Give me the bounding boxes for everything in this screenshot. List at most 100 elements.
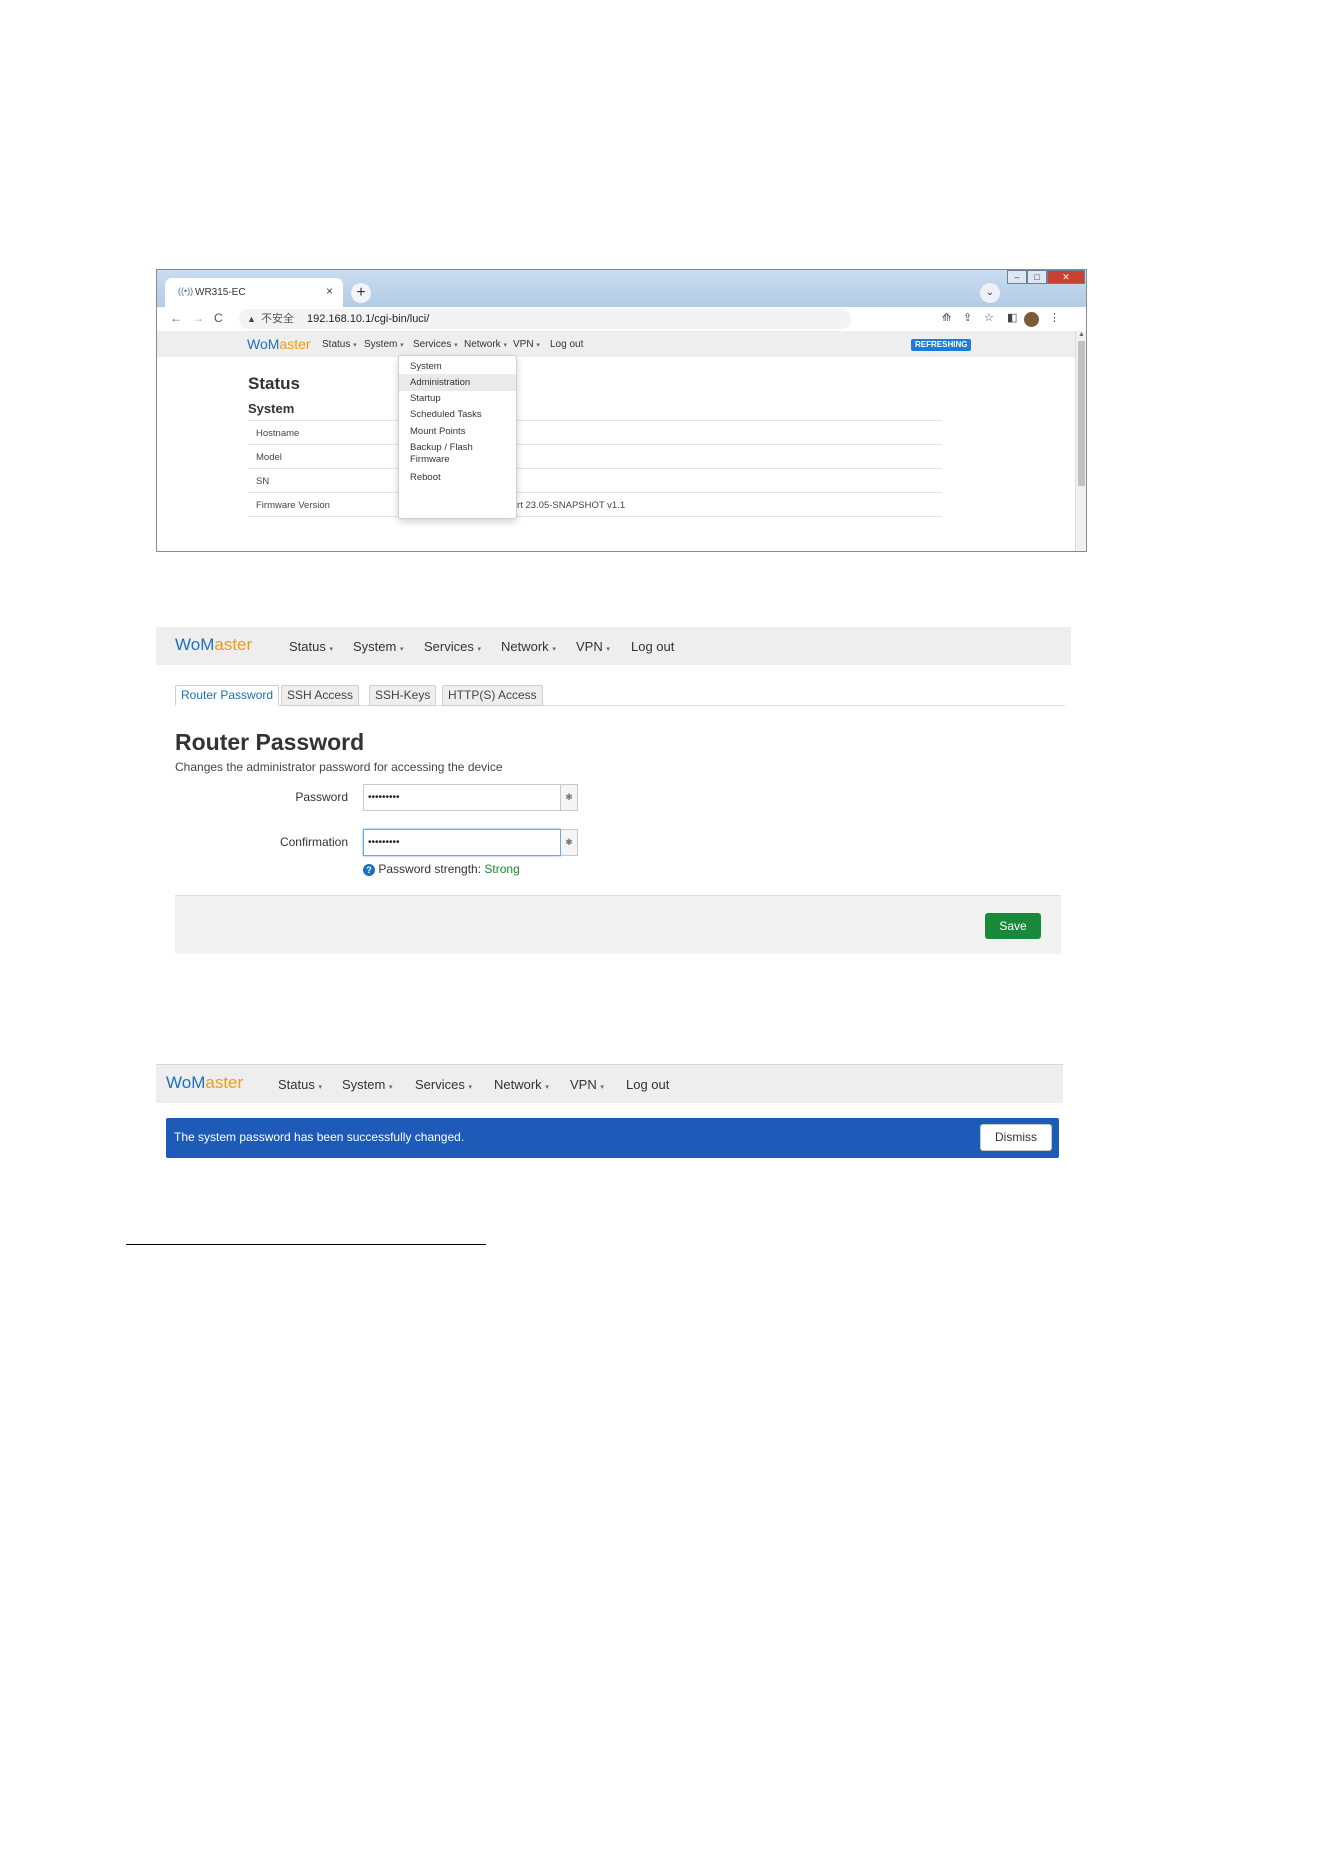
brand-logo[interactable]: WoMaster	[247, 336, 311, 352]
caret-down-icon: ▾	[388, 1084, 393, 1091]
caret-down-icon: ▾	[353, 342, 357, 349]
back-icon[interactable]: ←	[170, 311, 182, 325]
luci-navbar: WoMaster Status ▾ System ▾ Services ▾ Ne…	[156, 1064, 1063, 1103]
success-alert: The system password has been successfull…	[166, 1118, 1059, 1158]
row-key: SN	[256, 476, 270, 487]
tab-search-icon[interactable]: ⌄	[980, 283, 1000, 303]
scroll-up-icon[interactable]: ▲	[1078, 331, 1085, 338]
profile-avatar[interactable]	[1024, 312, 1039, 327]
menu-system[interactable]: System ▾	[342, 1077, 392, 1092]
menu-vpn[interactable]: VPN ▾	[570, 1077, 604, 1092]
dropdown-item-scheduled-tasks[interactable]: Scheduled Tasks	[399, 406, 516, 423]
url-text[interactable]: 192.168.10.1/cgi-bin/luci/	[307, 309, 429, 329]
table-row	[248, 516, 942, 540]
menu-status[interactable]: Status ▾	[322, 339, 357, 350]
close-tab-icon[interactable]: ×	[326, 284, 333, 298]
menu-network[interactable]: Network ▾	[494, 1077, 549, 1092]
dropdown-item-administration[interactable]: Administration	[399, 374, 516, 391]
minimize-icon[interactable]: –	[1007, 270, 1027, 284]
row-key: Firmware Version	[256, 500, 330, 511]
menu-status[interactable]: Status ▾	[278, 1077, 322, 1092]
menu-services[interactable]: Services ▾	[413, 339, 458, 350]
menu-logout[interactable]: Log out	[626, 1077, 669, 1092]
help-icon: ?	[363, 864, 375, 876]
confirmation-label: Confirmation	[279, 835, 348, 849]
more-icon[interactable]: ⋮	[1049, 311, 1060, 324]
caret-down-icon: ▾	[477, 646, 481, 653]
address-bar[interactable]: ▲ 不安全 192.168.10.1/cgi-bin/luci/	[239, 309, 851, 329]
browser-tab-strip: ((•)) WR315-EC × + ⌄ – □ ✕	[157, 270, 1086, 307]
tab-router-password[interactable]: Router Password	[175, 685, 280, 706]
password-label: Password	[295, 790, 348, 804]
menu-vpn[interactable]: VPN ▾	[513, 339, 540, 350]
warning-icon[interactable]: ▲	[247, 309, 256, 329]
menu-logout[interactable]: Log out	[631, 639, 674, 654]
scrollbar[interactable]: ▲	[1075, 331, 1086, 551]
tab-ssh-access[interactable]: SSH Access	[281, 685, 360, 706]
row-key: Model	[256, 452, 282, 463]
divider	[126, 1244, 486, 1245]
strength-label: Password strength:	[378, 862, 482, 876]
dropdown-item-backup-flash[interactable]: Backup / Flash Firmware	[399, 439, 516, 467]
admin-tabs: Router Password SSH Access SSH-Keys HTTP…	[175, 685, 1065, 706]
forward-icon[interactable]: →	[192, 311, 204, 325]
caret-down-icon: ▾	[545, 1084, 549, 1091]
menu-services[interactable]: Services ▾	[424, 639, 481, 654]
caret-down-icon: ▾	[503, 342, 507, 349]
tab-ssh-keys[interactable]: SSH-Keys	[369, 685, 437, 706]
browser-tab-title: WR315-EC	[195, 287, 246, 298]
scrollbar-thumb[interactable]	[1078, 341, 1085, 486]
dropdown-item-reboot[interactable]: Reboot	[399, 469, 516, 486]
page-title: Router Password	[175, 729, 365, 755]
save-button[interactable]: Save	[985, 913, 1041, 939]
menu-vpn[interactable]: VPN ▾	[576, 639, 610, 654]
menu-system[interactable]: System ▾	[364, 339, 404, 350]
reveal-password-icon[interactable]: ✱	[561, 784, 578, 811]
dropdown-item-system[interactable]: System	[399, 358, 516, 375]
menu-network[interactable]: Network ▾	[464, 339, 507, 350]
brand-logo[interactable]: WoMaster	[175, 635, 252, 655]
caret-down-icon: ▾	[468, 1084, 472, 1091]
strength-value: Strong	[484, 862, 520, 876]
translate-icon[interactable]: ⟰	[942, 311, 951, 324]
system-dropdown-menu: System Administration Startup Scheduled …	[398, 355, 517, 519]
caret-down-icon: ▾	[552, 646, 556, 653]
tab-https-access[interactable]: HTTP(S) Access	[442, 685, 543, 706]
browser-tab[interactable]: ((•)) WR315-EC ×	[165, 278, 343, 307]
caret-down-icon: ▾	[400, 342, 404, 349]
page-description: Changes the administrator password for a…	[175, 760, 503, 774]
dropdown-item-startup[interactable]: Startup	[399, 390, 516, 407]
alert-message: The system password has been successfull…	[174, 1130, 465, 1144]
menu-status[interactable]: Status ▾	[289, 639, 333, 654]
page-title: Status	[248, 374, 300, 393]
reveal-confirmation-icon[interactable]: ✱	[561, 829, 578, 856]
menu-services[interactable]: Services ▾	[415, 1077, 472, 1092]
dismiss-button[interactable]: Dismiss	[980, 1124, 1052, 1151]
refreshing-badge[interactable]: REFRESHING	[911, 339, 972, 351]
brand-logo[interactable]: WoMaster	[166, 1073, 243, 1093]
system-info-table: HostnameenWrt Model SN Firmware VersionO…	[248, 420, 942, 540]
table-row: HostnameenWrt	[248, 420, 942, 444]
caret-down-icon: ▾	[329, 646, 333, 653]
table-row: SN	[248, 468, 942, 492]
caret-down-icon: ▾	[454, 342, 458, 349]
dropdown-item-mount-points[interactable]: Mount Points	[399, 423, 516, 440]
new-tab-icon[interactable]: +	[351, 283, 371, 303]
security-label: 不安全	[261, 313, 294, 325]
side-panel-icon[interactable]: ◧	[1007, 311, 1017, 324]
form-actions: Save	[175, 895, 1061, 954]
bookmark-star-icon[interactable]: ☆	[984, 311, 994, 324]
confirmation-field[interactable]: •••••••••	[363, 829, 561, 856]
row-key: Hostname	[256, 428, 300, 439]
password-field[interactable]: •••••••••	[363, 784, 561, 811]
close-window-icon[interactable]: ✕	[1047, 270, 1085, 284]
menu-system[interactable]: System ▾	[353, 639, 403, 654]
menu-network[interactable]: Network ▾	[501, 639, 556, 654]
caret-down-icon: ▾	[536, 342, 540, 349]
table-row: Model	[248, 444, 942, 468]
share-icon[interactable]: ⇪	[963, 311, 972, 324]
reload-icon[interactable]: C	[214, 311, 223, 325]
section-title: System	[248, 401, 295, 416]
menu-logout[interactable]: Log out	[550, 339, 583, 350]
maximize-icon[interactable]: □	[1027, 270, 1047, 284]
